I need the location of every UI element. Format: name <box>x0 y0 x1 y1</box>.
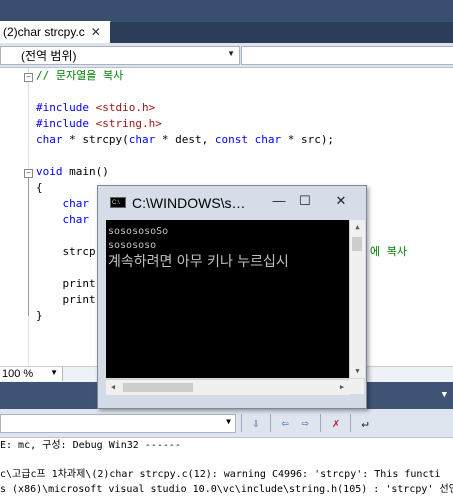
code-line-1: // 문자열을 복사 <box>36 69 124 82</box>
console-window[interactable]: C:\ C:\WINDOWS\s… — ☐ ✕ sosososoSo sosos… <box>97 185 367 409</box>
code-line-4: #include <string.h> <box>36 117 162 130</box>
code-line-15: print <box>36 293 96 306</box>
chevron-down-icon: ▼ <box>226 417 231 426</box>
output-line: c\고급c프 1차과제\(2)char strcpy.c(12): warnin… <box>0 469 441 480</box>
console-vertical-scrollbar[interactable]: ▲ ▼ <box>349 220 365 378</box>
tab-label: (2)char strcpy.c <box>3 25 85 39</box>
member-dropdown[interactable] <box>241 46 453 65</box>
close-icon[interactable]: ✕ <box>91 25 101 39</box>
dropdown-arrow-icon[interactable]: ▼ <box>442 390 447 400</box>
code-line-3: #include <stdio.h> <box>36 101 156 114</box>
collapse-icon[interactable]: − <box>24 73 33 82</box>
chevron-down-icon: ▼ <box>50 368 58 377</box>
find-message-icon[interactable]: ⇩ <box>248 415 264 431</box>
scope-text: (전역 범위) <box>21 49 77 63</box>
scroll-down-icon[interactable]: ▼ <box>350 364 365 378</box>
console-output-line: sosososo <box>108 240 157 251</box>
code-comment-fragment: 에 복사 <box>370 245 407 258</box>
word-wrap-icon[interactable]: ↵ <box>357 415 373 431</box>
code-line-9: char <box>36 197 89 210</box>
minimize-button[interactable]: — <box>268 192 290 210</box>
code-line-8: { <box>36 181 43 194</box>
close-button[interactable]: ✕ <box>330 192 352 210</box>
code-line-7: void main() <box>36 165 109 178</box>
toolbar-separator <box>241 414 242 432</box>
toolbar-separator <box>320 414 321 432</box>
zoom-level: 100 % <box>2 368 34 380</box>
output-toolbar: ▼ ⇩ ⇦ ⇨ ✗ ↵ <box>0 409 453 438</box>
previous-message-icon[interactable]: ⇦ <box>277 415 293 431</box>
output-source-dropdown[interactable]: ▼ <box>0 414 236 433</box>
scroll-right-icon[interactable]: ▶ <box>335 380 349 395</box>
fold-rail <box>28 178 29 316</box>
console-output-line: 계속하려면 아무 키나 누르십시 <box>108 254 289 270</box>
navigation-bar: (전역 범위) ▼ <box>0 43 453 68</box>
code-line-12: strcp <box>36 245 96 258</box>
scrollbar-corner <box>349 379 364 394</box>
console-app-icon: C:\ <box>110 197 126 208</box>
scrollbar-thumb[interactable] <box>123 383 193 392</box>
collapse-icon[interactable]: − <box>24 169 33 178</box>
console-output-line: sosososoSo <box>108 226 169 237</box>
code-line-10: char <box>36 213 89 226</box>
maximize-button[interactable]: ☐ <box>294 192 316 210</box>
console-title-bar[interactable]: C:\ C:\WINDOWS\s… — ☐ ✕ <box>98 186 366 220</box>
document-tab-strip <box>0 0 453 22</box>
toolbar-separator <box>350 414 351 432</box>
console-screen[interactable]: sosososoSo sosososo 계속하려면 아무 키나 누르십시 <box>106 220 349 378</box>
chevron-down-icon: ▼ <box>227 49 235 58</box>
zoom-dropdown[interactable]: 100 % ▼ <box>0 367 63 381</box>
code-line-14: print <box>36 277 96 290</box>
console-horizontal-scrollbar[interactable]: ◀ ▶ <box>106 379 349 395</box>
output-line: s (x86)\microsoft visual studio 10.0\vc\… <box>0 484 453 495</box>
scroll-left-icon[interactable]: ◀ <box>106 380 120 395</box>
code-line-5: char * strcpy(char * dest, const char * … <box>36 133 335 146</box>
tab-strip-background <box>110 22 453 43</box>
console-title: C:\WINDOWS\s… <box>132 195 246 211</box>
output-text-area[interactable]: E: mc, 구성: Debug Win32 ------ c\고급c프 1차과… <box>0 438 453 497</box>
output-line: E: mc, 구성: Debug Win32 ------ <box>0 440 181 451</box>
tab-char-strcpy[interactable]: (2)char strcpy.c ✕ <box>0 21 111 43</box>
toolbar-separator <box>270 414 271 432</box>
next-message-icon[interactable]: ⇨ <box>297 415 313 431</box>
scrollbar-thumb[interactable] <box>352 237 362 251</box>
clear-all-icon[interactable]: ✗ <box>328 415 344 431</box>
scope-dropdown[interactable]: (전역 범위) ▼ <box>0 46 240 65</box>
scroll-up-icon[interactable]: ▲ <box>350 220 365 234</box>
code-line-16: } <box>36 309 43 322</box>
